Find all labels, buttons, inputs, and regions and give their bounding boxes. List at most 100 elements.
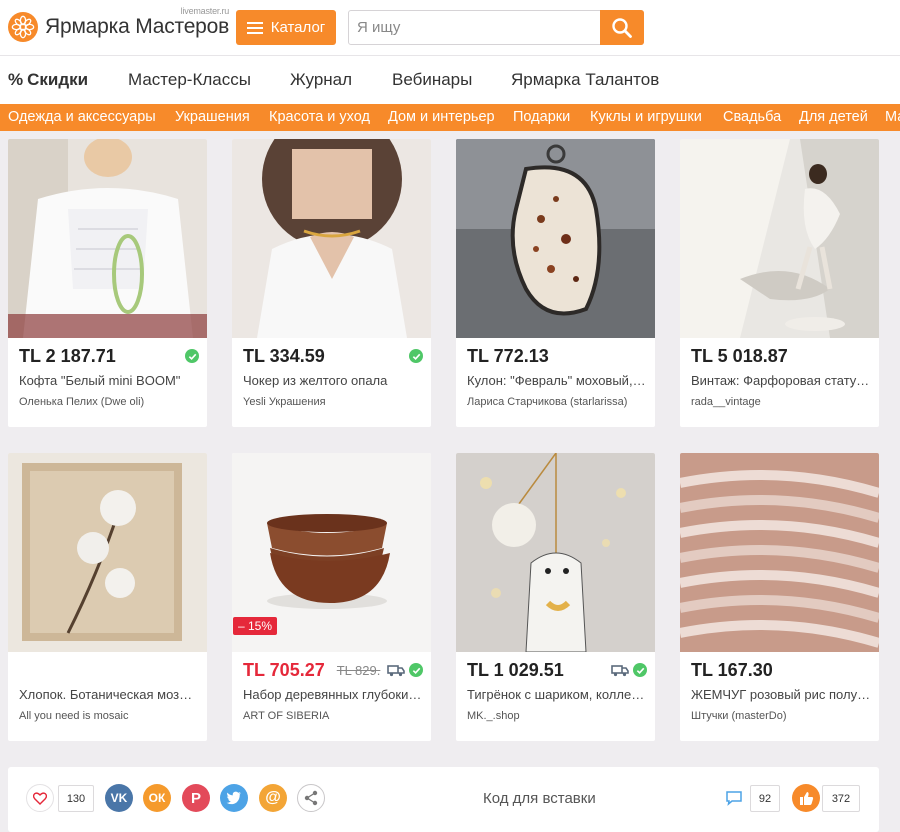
- price-row: TL 5 018.87: [691, 345, 871, 367]
- price-row: TL 2 187.71: [19, 345, 199, 367]
- main-nav: % Скидки Мастер-Классы Журнал Вебинары Яр…: [0, 56, 900, 104]
- product-seller[interactable]: Оленька Пелих (Dwe oli): [19, 396, 199, 408]
- product-seller[interactable]: Штучки (masterDo): [691, 710, 871, 722]
- product-seller[interactable]: Лариса Старчикова (starlarissa): [467, 396, 647, 408]
- heart-icon: [33, 791, 47, 805]
- product-card[interactable]: TL 5 018.87 Винтаж: Фарфоровая статуэ… r…: [680, 139, 879, 427]
- product-card[interactable]: TL 2 187.71 Кофта "Белый mini BOOM" Олен…: [8, 139, 207, 427]
- product-seller[interactable]: ART OF SIBERIA: [243, 710, 423, 722]
- category-beauty[interactable]: Красота и уход: [269, 109, 370, 125]
- logo-domain: livemaster.ru: [180, 6, 230, 16]
- percent-icon: %: [8, 70, 24, 89]
- product-badges: [185, 349, 199, 363]
- search-box: [348, 10, 644, 45]
- twitter-bird-icon: [226, 791, 241, 805]
- embed-code-link[interactable]: Код для вставки: [483, 790, 596, 807]
- verified-check-icon: [185, 349, 199, 363]
- twitter-share-button[interactable]: [220, 784, 248, 812]
- nav-item-master-classes[interactable]: Мастер-Классы: [128, 70, 251, 90]
- discount-badge: – 15%: [233, 617, 278, 635]
- nav-item-webinars[interactable]: Вебинары: [392, 70, 472, 90]
- product-photo: [8, 139, 207, 338]
- product-title[interactable]: Хлопок. Ботаническая моза…: [19, 687, 199, 702]
- product-photo: [456, 453, 655, 652]
- thumbs-up-count: 372: [822, 785, 860, 812]
- share-bar: 130 VK ОК P @ Код для вставки 92 372: [8, 767, 879, 832]
- category-jewelry[interactable]: Украшения: [175, 109, 250, 125]
- category-wedding[interactable]: Свадьба: [723, 109, 781, 125]
- product-title[interactable]: Набор деревянных глубоких…: [243, 687, 423, 702]
- verified-check-icon: [409, 663, 423, 677]
- product-title[interactable]: Кулон: "Февраль" моховый, …: [467, 373, 647, 388]
- pinterest-share-button[interactable]: P: [182, 784, 210, 812]
- logo-wordmark: Ярмарка Мастеров livemaster.ru: [45, 6, 230, 39]
- share-more-button[interactable]: [297, 784, 325, 812]
- product-photo: [456, 139, 655, 338]
- category-kids[interactable]: Для детей: [799, 109, 868, 125]
- logo-title: Ярмарка Мастеров: [45, 15, 230, 38]
- price-row: [19, 659, 199, 681]
- category-more[interactable]: Ма: [885, 109, 900, 125]
- catalog-button[interactable]: Каталог: [236, 10, 336, 45]
- nav-item-label: Скидки: [27, 70, 89, 89]
- delivery-truck-icon: [611, 663, 629, 677]
- product-price: TL 772.13: [467, 345, 549, 366]
- product-card[interactable]: TL 167.30 ЖЕМЧУГ розовый рис полу… Штучк…: [680, 453, 879, 741]
- like-button[interactable]: [26, 784, 54, 812]
- product-card[interactable]: – 15% TL 705.27 TL 829. Набор деревянных…: [232, 453, 431, 741]
- comment-icon: [726, 791, 742, 806]
- product-photo: [8, 453, 207, 652]
- category-dolls-toys[interactable]: Куклы и игрушки: [590, 109, 702, 125]
- product-card[interactable]: Хлопок. Ботаническая моза… All you need …: [8, 453, 207, 741]
- price-row: TL 772.13: [467, 345, 647, 367]
- thumbs-up-button[interactable]: [792, 784, 820, 812]
- product-badges: [611, 663, 647, 677]
- search-icon: [612, 17, 632, 38]
- product-price: TL 2 187.71: [19, 345, 116, 366]
- mail-share-button[interactable]: @: [259, 784, 287, 812]
- share-icon: [304, 790, 318, 806]
- verified-check-icon: [633, 663, 647, 677]
- product-price: TL 167.30: [691, 659, 773, 680]
- category-clothing[interactable]: Одежда и аксессуары: [8, 109, 156, 125]
- product-title[interactable]: ЖЕМЧУГ розовый рис полу…: [691, 687, 871, 702]
- price-row: TL 334.59: [243, 345, 423, 367]
- category-home[interactable]: Дом и интерьер: [388, 109, 495, 125]
- product-price: TL 334.59: [243, 345, 325, 366]
- nav-item-discounts[interactable]: % Скидки: [8, 70, 88, 90]
- product-old-price: TL 829.: [336, 662, 381, 678]
- odnoklassniki-share-button[interactable]: ОК: [143, 784, 171, 812]
- menu-icon: [246, 21, 263, 34]
- product-title[interactable]: Тигрёнок с шариком, колле…: [467, 687, 647, 702]
- product-card[interactable]: TL 334.59 Чокер из желтого опала Yesli У…: [232, 139, 431, 427]
- product-price: TL 1 029.51: [467, 659, 564, 680]
- product-card[interactable]: TL 1 029.51 Тигрёнок с шариком, колле… M…: [456, 453, 655, 741]
- category-bar: Одежда и аксессуары Украшения Красота и …: [0, 104, 900, 131]
- site-logo[interactable]: Ярмарка Мастеров livemaster.ru: [8, 6, 230, 42]
- product-badges: [387, 663, 423, 677]
- product-seller[interactable]: Yesli Украшения: [243, 396, 423, 408]
- product-seller[interactable]: rada__vintage: [691, 396, 871, 408]
- comments-button[interactable]: [720, 784, 748, 812]
- product-photo: [232, 139, 431, 338]
- product-seller[interactable]: All you need is mosaic: [19, 710, 199, 722]
- thumbs-up-icon: [799, 791, 813, 805]
- verified-check-icon: [409, 349, 423, 363]
- catalog-label: Каталог: [270, 19, 326, 36]
- product-title[interactable]: Кофта "Белый mini BOOM": [19, 373, 199, 388]
- product-badges: [409, 349, 423, 363]
- nav-item-journal[interactable]: Журнал: [290, 70, 352, 90]
- delivery-truck-icon: [387, 663, 405, 677]
- search-button[interactable]: [600, 10, 644, 45]
- product-card[interactable]: TL 772.13 Кулон: "Февраль" моховый, … Ла…: [456, 139, 655, 427]
- product-title[interactable]: Чокер из желтого опала: [243, 373, 423, 388]
- like-count: 130: [58, 785, 94, 812]
- category-gifts[interactable]: Подарки: [513, 109, 570, 125]
- product-title[interactable]: Винтаж: Фарфоровая статуэ…: [691, 373, 871, 388]
- vk-share-button[interactable]: VK: [105, 784, 133, 812]
- search-input[interactable]: [349, 11, 601, 44]
- nav-item-talents-fair[interactable]: Ярмарка Талантов: [511, 70, 659, 90]
- price-row: TL 167.30: [691, 659, 871, 681]
- product-photo: [680, 453, 879, 652]
- product-seller[interactable]: MK._.shop: [467, 710, 647, 722]
